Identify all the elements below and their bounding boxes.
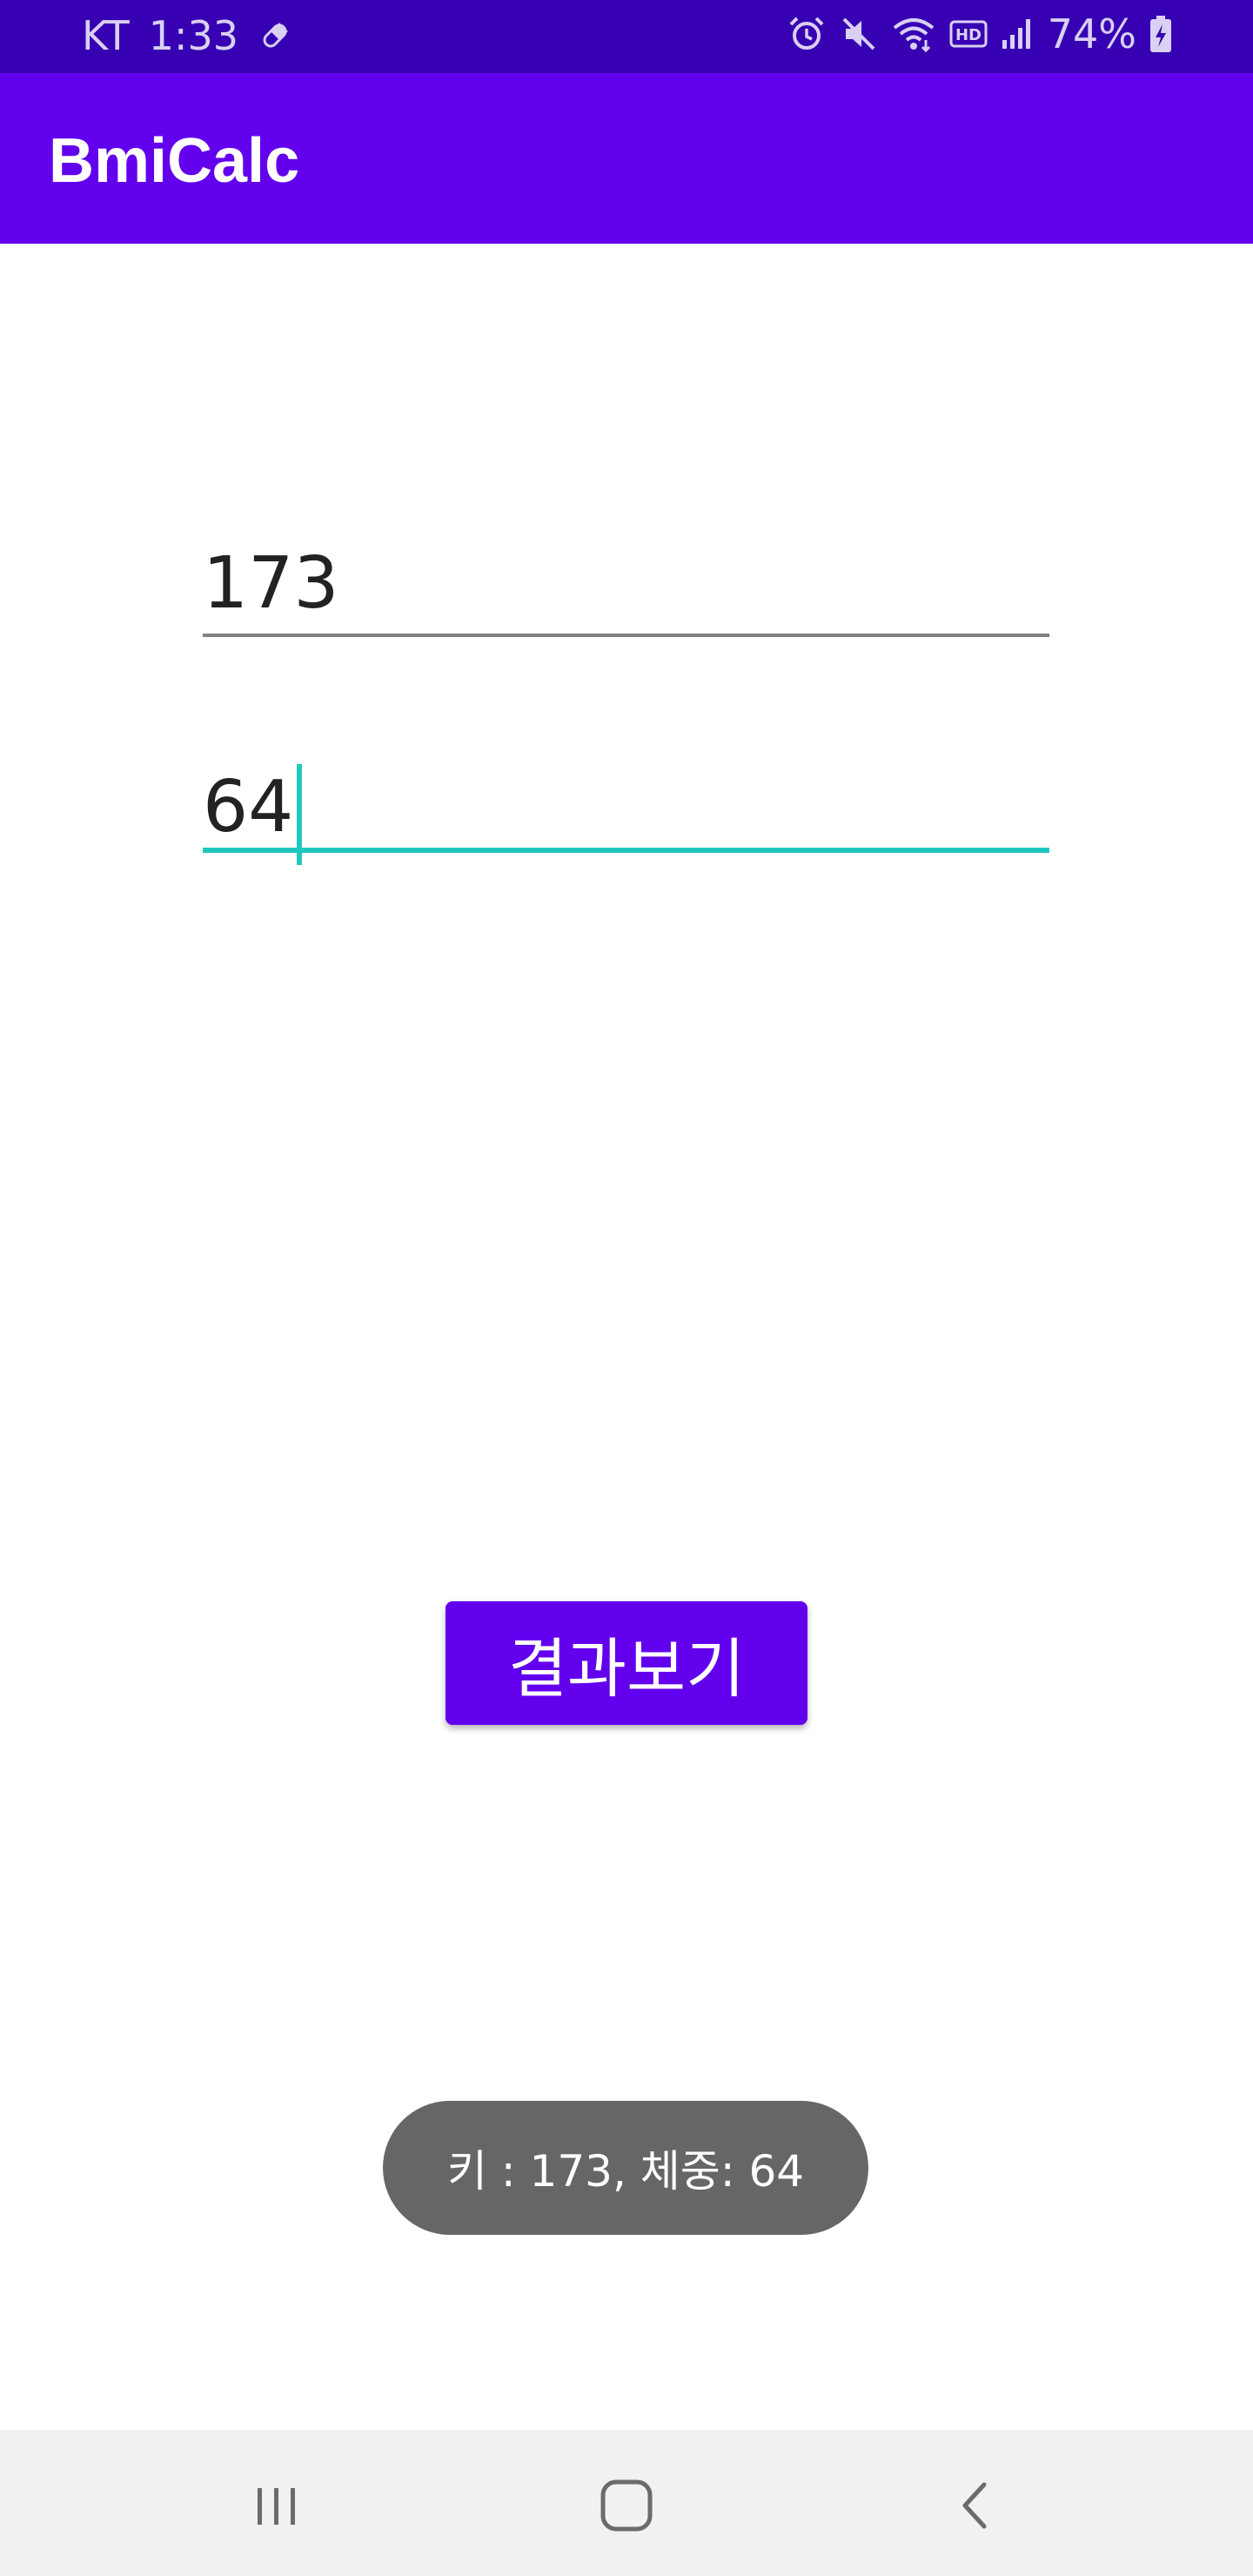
status-right: HD 74% [787,10,1173,57]
status-bar: KT 1:33 HD 74% [0,0,1253,73]
show-result-button[interactable]: 결과보기 [446,1601,807,1725]
recent-apps-icon[interactable] [229,2458,325,2553]
status-left: KT 1:33 [82,12,292,59]
home-icon[interactable] [579,2458,674,2553]
hd-icon: HD [948,14,988,54]
clock: 1:33 [148,12,239,59]
weight-value: 64 [203,766,294,849]
navigation-bar [0,2430,1253,2576]
svg-text:HD: HD [955,26,982,44]
height-input[interactable]: 173 [203,541,1049,637]
mute-icon [839,14,879,54]
back-icon[interactable] [928,2458,1023,2553]
height-value: 173 [203,542,339,625]
battery-percent: 74% [1047,10,1136,57]
alarm-icon [787,14,827,54]
weight-input[interactable]: 64 [203,750,1049,865]
app-bar: BmiCalc [0,73,1253,244]
screen: KT 1:33 HD 74% BmiCalc 173 64 결과보기 키: 1… [0,0,1253,2576]
weight-value-wrapper: 64 [203,757,303,865]
pill-icon [258,18,292,53]
height-input-underline [203,634,1049,637]
battery-charging-icon [1149,14,1173,54]
carrier-label: KT [82,12,130,59]
toast-message: 키 : 173, 체중: 64 [383,2101,868,2235]
signal-icon [1001,14,1035,54]
wifi-icon [891,14,936,54]
app-title: BmiCalc [49,126,300,196]
weight-input-underline [203,848,1049,853]
